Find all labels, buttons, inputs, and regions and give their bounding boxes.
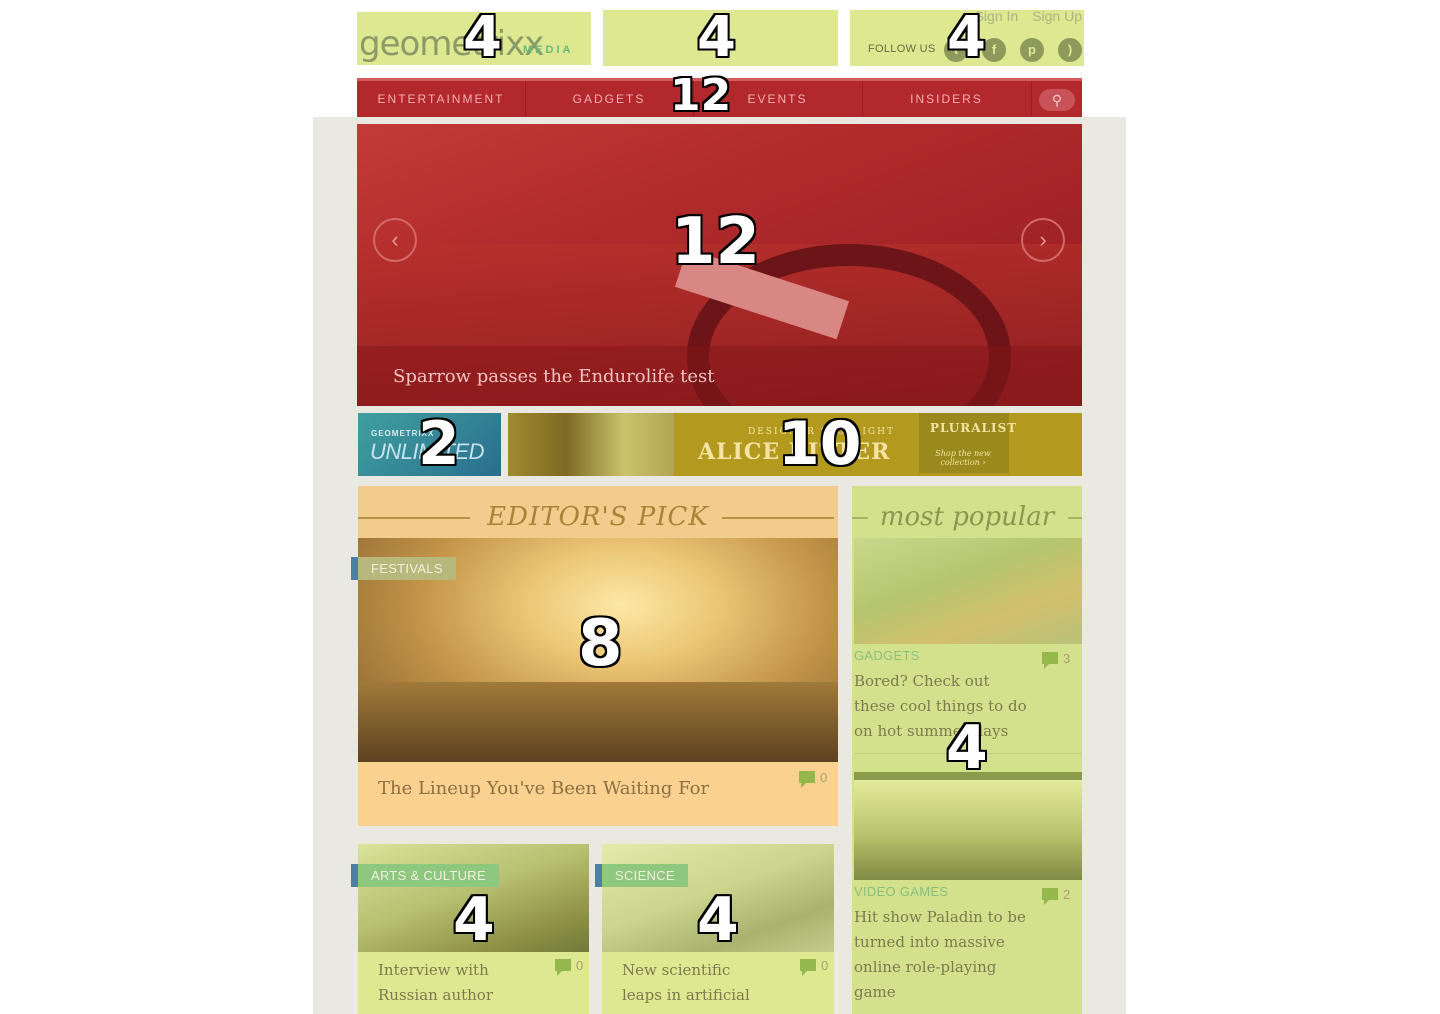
most-popular-image[interactable] — [854, 780, 1082, 880]
banner-title: UNLIMITED — [370, 439, 485, 464]
most-popular-category[interactable]: GADGETS — [854, 648, 920, 663]
comment-icon — [1042, 888, 1058, 905]
comment-icon — [555, 959, 571, 976]
banner-tag-label: PLURALIST — [930, 421, 1018, 435]
promo-banner-designer[interactable]: DESIGNER SPOTLIGHT ALICE RITTER PLURALIS… — [508, 413, 1082, 476]
editors-pick-heading: EDITOR'S PICK — [487, 502, 709, 532]
nav-item-insiders[interactable]: INSIDERS — [862, 81, 1032, 117]
editors-pick-image-crowd — [358, 682, 838, 762]
category-tag-science[interactable]: SCIENCE — [602, 864, 688, 887]
pinterest-icon[interactable]: p — [1020, 38, 1044, 62]
article-image — [358, 844, 589, 952]
most-popular-heading: most popular — [879, 502, 1055, 532]
comment-count-value: 0 — [821, 958, 829, 973]
logo: geometrixx — [359, 24, 544, 64]
hero-carousel[interactable]: Sparrow passes the Endurolife test ‹ › — [357, 124, 1082, 406]
comment-icon — [799, 771, 815, 788]
comment-count[interactable]: 0 — [799, 770, 828, 788]
banner-tagline: Shop the new collection › — [935, 449, 991, 467]
comment-count[interactable]: 2 — [1042, 887, 1071, 905]
comment-count[interactable]: 0 — [555, 958, 584, 976]
account-links: Sign In Sign Up — [961, 8, 1082, 24]
header-social-block: Sign In Sign Up FOLLOW US t f p ) — [850, 8, 1084, 66]
nav-item-gadgets[interactable]: GADGETS — [525, 81, 694, 117]
divider — [854, 753, 1082, 754]
logo-subtitle: MEDIA — [523, 44, 574, 56]
carousel-prev-button[interactable]: ‹ — [373, 218, 417, 262]
search-icon[interactable]: ⚲ — [1039, 89, 1075, 111]
comment-count-value: 2 — [1063, 887, 1071, 902]
editors-pick-section: EDITOR'S PICK The Lineup You've Been Wai… — [358, 486, 838, 826]
article-title[interactable]: New scientific leaps in artificial intel… — [622, 958, 762, 1014]
rss-icon[interactable]: ) — [1058, 38, 1082, 62]
comment-count-value: 3 — [1063, 651, 1071, 666]
comment-count-value: 0 — [576, 958, 584, 973]
comment-count[interactable]: 0 — [800, 958, 829, 976]
most-popular-title[interactable]: Hit show Paladin to be turned into massi… — [854, 905, 1034, 1005]
sign-up-link[interactable]: Sign Up — [1032, 8, 1082, 24]
logo-block[interactable]: geometrixx MEDIA — [357, 12, 591, 65]
comment-count-value: 0 — [820, 770, 828, 785]
category-tag-festivals[interactable]: FESTIVALS — [358, 557, 456, 580]
comment-icon — [800, 959, 816, 976]
follow-us-label: FOLLOW US — [868, 43, 936, 55]
comment-count[interactable]: 3 — [1042, 651, 1071, 669]
banner-designer-photo — [508, 413, 674, 476]
banner-kicker: GEOMETRIXX — [371, 429, 435, 438]
category-tag-arts[interactable]: ARTS & CULTURE — [358, 864, 499, 887]
twitter-icon[interactable]: t — [944, 38, 968, 62]
editors-pick-title[interactable]: The Lineup You've Been Waiting For — [378, 778, 709, 799]
carousel-next-button[interactable]: › — [1021, 218, 1065, 262]
most-popular-title[interactable]: Bored? Check out these cool things to do… — [854, 669, 1034, 744]
divider — [854, 772, 1082, 780]
banner-kicker: DESIGNER SPOTLIGHT — [748, 427, 895, 437]
sign-in-link[interactable]: Sign In — [975, 8, 1019, 24]
hero-title[interactable]: Sparrow passes the Endurolife test — [393, 366, 715, 387]
nav-item-entertainment[interactable]: ENTERTAINMENT — [357, 81, 526, 117]
comment-icon — [1042, 652, 1058, 669]
header-middle-block — [603, 10, 838, 66]
banner-designer-name: ALICE RITTER — [698, 439, 891, 465]
article-image — [602, 844, 834, 952]
facebook-icon[interactable]: f — [982, 38, 1006, 62]
most-popular-section: most popular GADGETS 3 Bored? Check out … — [852, 486, 1082, 1014]
article-title[interactable]: Interview with Russian author Andrey Nov… — [378, 958, 518, 1014]
promo-banner-unlimited[interactable]: GEOMETRIXX UNLIMITED — [358, 413, 501, 476]
most-popular-image[interactable] — [854, 538, 1082, 644]
main-nav: ENTERTAINMENT GADGETS EVENTS INSIDERS ⚲ — [357, 78, 1082, 117]
most-popular-category[interactable]: VIDEO GAMES — [854, 884, 948, 899]
nav-item-events[interactable]: EVENTS — [693, 81, 863, 117]
